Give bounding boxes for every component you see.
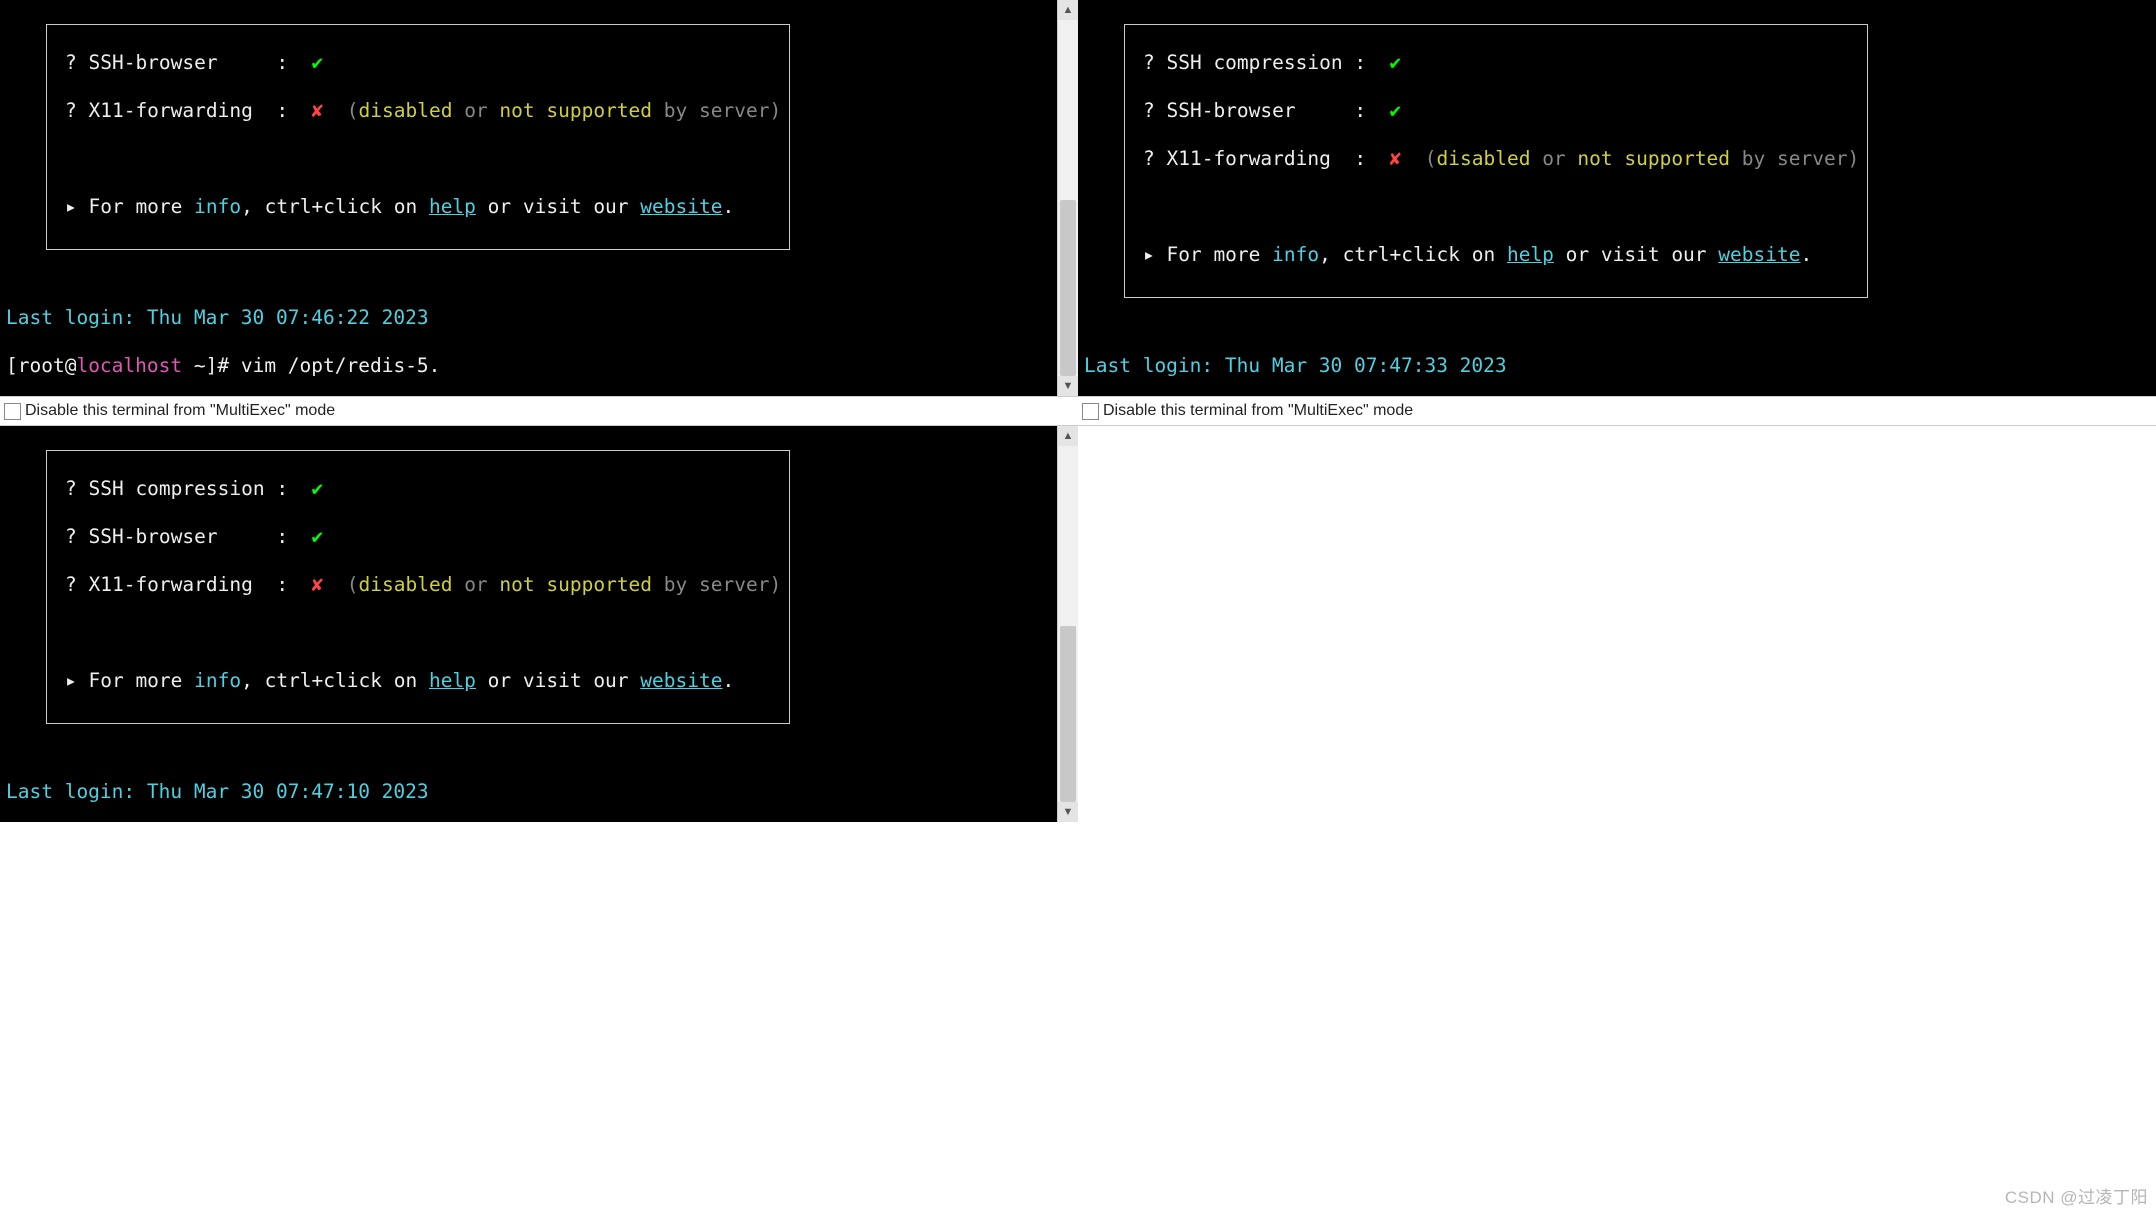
footer-label: Disable this terminal from "MultiExec" m… (25, 402, 335, 420)
scrollbar[interactable]: ▲ ▼ (1057, 426, 1078, 822)
multiexec-footer: Disable this terminal from "MultiExec" m… (0, 396, 1078, 426)
watermark: CSDN @过凌丁阳 (2005, 1183, 2148, 1208)
terminal-3[interactable]: ? SSH compression : ✔ ? SSH-browser : ✔ … (0, 426, 1057, 822)
website-link[interactable]: website (640, 669, 722, 692)
website-link[interactable]: website (1718, 243, 1800, 266)
motd-x11: ? X11-forwarding : (65, 99, 288, 122)
scroll-thumb[interactable] (1060, 200, 1076, 376)
motd-x11: ? X11-forwarding : (65, 573, 288, 596)
check-icon: ✔ (312, 51, 324, 74)
help-link[interactable]: help (429, 195, 476, 218)
website-link[interactable]: website (640, 195, 722, 218)
check-icon: ✔ (312, 477, 324, 500)
cross-icon: ✘ (312, 99, 324, 122)
cross-icon: ✘ (312, 573, 324, 596)
motd-box: ? SSH-browser : ✔ ? X11-forwarding : ✘ (… (46, 24, 790, 250)
help-link[interactable]: help (429, 669, 476, 692)
help-link[interactable]: help (1507, 243, 1554, 266)
scroll-thumb[interactable] (1060, 626, 1076, 802)
motd-box: ? SSH compression : ✔ ? SSH-browser : ✔ … (1124, 24, 1868, 298)
scroll-down-icon[interactable]: ▼ (1058, 802, 1078, 822)
disable-multiexec-checkbox[interactable] (1082, 403, 1099, 420)
motd-box: ? SSH compression : ✔ ? SSH-browser : ✔ … (46, 450, 790, 724)
terminal-2[interactable]: ? SSH compression : ✔ ? SSH-browser : ✔ … (1078, 0, 2156, 396)
check-icon: ✔ (312, 525, 324, 548)
disable-multiexec-checkbox[interactable] (4, 403, 21, 420)
multiexec-footer: Disable this terminal from "MultiExec" m… (1078, 396, 2156, 426)
motd-ssh-browser: ? SSH-browser : (1143, 99, 1366, 122)
motd-ssh-browser: ? SSH-browser : (65, 51, 288, 74)
scrollbar[interactable]: ▲ ▼ (1057, 0, 1078, 396)
terminal-1[interactable]: ? SSH-browser : ✔ ? X11-forwarding : ✘ (… (0, 0, 1057, 396)
scroll-down-icon[interactable]: ▼ (1058, 376, 1078, 396)
empty-pane: CSDN @过凌丁阳 (1078, 426, 2156, 1214)
motd-ssh-browser: ? SSH-browser : (65, 525, 288, 548)
last-login: Last login: Thu Mar 30 07:47:10 2023 (6, 780, 429, 803)
last-login: Last login: Thu Mar 30 07:47:33 2023 (1084, 354, 1507, 377)
last-login: Last login: Thu Mar 30 07:46:22 2023 (6, 306, 429, 329)
cmd-vim: vim /opt/redis-5. (229, 354, 440, 377)
footer-label: Disable this terminal from "MultiExec" m… (1103, 402, 1413, 420)
scroll-up-icon[interactable]: ▲ (1058, 426, 1078, 446)
check-icon: ✔ (1390, 99, 1402, 122)
cross-icon: ✘ (1390, 147, 1402, 170)
check-icon: ✔ (1390, 51, 1402, 74)
scroll-up-icon[interactable]: ▲ (1058, 0, 1078, 20)
motd-x11: ? X11-forwarding : (1143, 147, 1366, 170)
motd-ssh-compression: ? SSH compression : (65, 477, 288, 500)
motd-ssh-compression: ? SSH compression : (1143, 51, 1366, 74)
